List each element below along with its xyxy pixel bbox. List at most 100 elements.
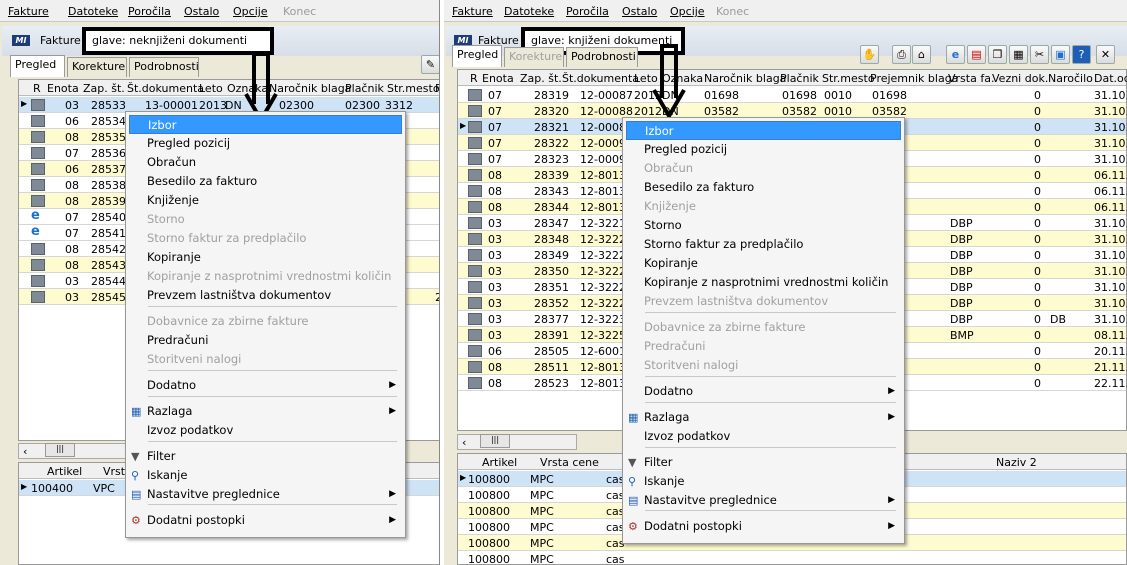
cell-dok: 12-3222: [580, 265, 626, 278]
help-icon[interactable]: ?: [1072, 45, 1091, 64]
col-naziv2[interactable]: Naziv 2: [996, 456, 1037, 469]
document-icon[interactable]: ▤: [967, 45, 986, 64]
edit-icon[interactable]: ✎: [421, 55, 439, 74]
cell-f: 2: [435, 291, 439, 304]
menu-item-besedilo[interactable]: Besedilo za fakturo: [129, 172, 402, 191]
menu-item-izbor[interactable]: Izbor: [626, 121, 901, 140]
col-zap[interactable]: Zap. št.: [520, 72, 562, 85]
menu-item-prevzem-lastnistva: Prevzem lastništva dokumentov: [626, 292, 901, 311]
menu-item-obracun[interactable]: Obračun: [129, 153, 402, 172]
col-vrsta-cene[interactable]: Vrsta cene: [540, 456, 599, 469]
menu-item-kopiranje[interactable]: Kopiranje: [129, 248, 402, 267]
browser-icon[interactable]: e: [946, 45, 965, 64]
menu-item-iskanje[interactable]: Iskanje ⚲: [129, 466, 402, 485]
tab-podrobnosti[interactable]: Podrobnosti: [566, 47, 638, 67]
menu-datoteke[interactable]: Datoteke: [68, 5, 118, 18]
tab-pregled[interactable]: Pregled: [10, 55, 65, 77]
menu-ostalo[interactable]: Ostalo: [622, 5, 657, 18]
menu-porocila[interactable]: Poročila: [566, 5, 609, 18]
menu-fakture[interactable]: Fakture: [8, 5, 49, 18]
table-row[interactable]: 07 28319 12-00087 2012 DN 01698 01698 0010 01698…: [458, 87, 1127, 103]
cell-artikel: 100800: [468, 505, 510, 518]
col-strmesto[interactable]: Str.mesto: [387, 82, 439, 95]
tab-korekture[interactable]: Korekture: [67, 57, 127, 77]
col-enota[interactable]: Enota: [482, 72, 514, 85]
col-dok[interactable]: Št.dokumenta: [562, 72, 639, 85]
col-placnik[interactable]: Plačnik: [345, 82, 384, 95]
menu-item-dodatno[interactable]: Dodatno ▶: [129, 376, 402, 395]
menu-item-izbor[interactable]: Izbor: [129, 115, 402, 134]
document-icon: [468, 281, 482, 293]
menu-item-storno[interactable]: Storno: [626, 216, 901, 235]
menu-item-label: Dodatno: [644, 384, 694, 398]
menu-ostalo[interactable]: Ostalo: [184, 5, 219, 18]
menu-item-razlaga[interactable]: Razlaga ▶ ▦: [129, 402, 402, 421]
col-datod[interactable]: Dat.od: [1094, 72, 1127, 85]
menu-item-dodatno[interactable]: Dodatno ▶: [626, 382, 901, 401]
monitor-icon[interactable]: ▣: [1051, 45, 1070, 64]
attach-icon[interactable]: ✂: [1030, 45, 1049, 64]
copy-icon[interactable]: ❐: [988, 45, 1007, 64]
menu-item-knjizenje[interactable]: Knjiženje: [129, 191, 402, 210]
tab-pregled[interactable]: Pregled: [452, 45, 502, 67]
menu-item-kopiranje-nasprotne[interactable]: Kopiranje z nasprotnimi vrednostmi količ…: [626, 273, 901, 292]
menu-fakture[interactable]: Fakture: [452, 5, 493, 18]
menu-item-predracuni[interactable]: Predračuni: [129, 331, 402, 350]
col-narocnik[interactable]: Naročnik blaga: [269, 82, 351, 95]
menu-item-filter[interactable]: Filter ▼: [129, 447, 402, 466]
hand-icon[interactable]: ✋: [860, 45, 879, 64]
menu-datoteke[interactable]: Datoteke: [504, 5, 554, 18]
col-vezni[interactable]: Vezni dok.: [992, 72, 1048, 85]
menu-item-dodatni-postopki[interactable]: Dodatni postopki ▶ ⚙: [626, 517, 901, 536]
close-icon[interactable]: ✕: [1096, 45, 1115, 64]
grid-icon[interactable]: ▦: [1009, 45, 1028, 64]
menu-item-pregled-pozicij[interactable]: Pregled pozicij: [626, 140, 901, 159]
bell-icon[interactable]: ⌂: [912, 45, 931, 64]
menu-item-nastavitve-preglednice[interactable]: Nastavitve preglednice ▶ ▤: [129, 485, 402, 504]
tab-podrobnosti[interactable]: Podrobnosti: [129, 57, 199, 77]
menu-item-prevzem-lastnistva[interactable]: Prevzem lastništva dokumentov: [129, 286, 402, 305]
col-dok[interactable]: Št.dokumenta: [127, 82, 204, 95]
app-logo-icon: MI: [12, 35, 30, 46]
col-enota[interactable]: Enota: [47, 82, 79, 95]
cell-artikel: 100800: [468, 473, 510, 486]
print-icon[interactable]: ⎙: [892, 45, 911, 64]
menu-item-storno-predplacilo[interactable]: Storno faktur za predplačilo: [626, 235, 901, 254]
menu-item-kopiranje[interactable]: Kopiranje: [626, 254, 901, 273]
menu-item-nastavitve-preglednice[interactable]: Nastavitve preglednice ▶ ▤: [626, 491, 901, 510]
col-prejemnik[interactable]: Prejemnik blaga: [870, 72, 958, 85]
positions-row[interactable]: 100800 MPC cas: [458, 551, 1126, 565]
col-vrsta[interactable]: Vrsta fa.: [948, 72, 994, 85]
cell-dok: 12-8013: [580, 169, 626, 182]
horizontal-scrollbar[interactable]: ‹ |||: [457, 434, 577, 450]
menu-opcije[interactable]: Opcije: [233, 5, 268, 18]
col-narocnik[interactable]: Naročnik blaga: [704, 72, 786, 85]
col-zap[interactable]: Zap. št.: [83, 82, 125, 95]
col-placnik[interactable]: Plačnik: [780, 72, 819, 85]
col-r[interactable]: R: [470, 72, 478, 85]
col-leto[interactable]: Leto: [199, 82, 223, 95]
col-artikel[interactable]: Artikel: [482, 456, 517, 469]
col-r[interactable]: R: [33, 82, 41, 95]
menu-item-iskanje[interactable]: Iskanje ⚲: [626, 472, 901, 491]
menu-item-izvoz[interactable]: Izvoz podatkov: [626, 427, 901, 446]
col-f[interactable]: F: [435, 82, 439, 95]
menu-porocila[interactable]: Poročila: [128, 5, 171, 18]
col-narocilo[interactable]: Naročilo: [1048, 72, 1093, 85]
menu-separator: [645, 376, 896, 377]
menu-item-razlaga[interactable]: Razlaga ▶ ▦: [626, 408, 901, 427]
menu-item-besedilo[interactable]: Besedilo za fakturo: [626, 178, 901, 197]
col-leto[interactable]: Leto: [634, 72, 658, 85]
cell-datod: 21.11.2: [1094, 361, 1127, 374]
menu-item-izvoz[interactable]: Izvoz podatkov: [129, 421, 402, 440]
menu-item-pregled-pozicij[interactable]: Pregled pozicij: [129, 134, 402, 153]
horizontal-scrollbar[interactable]: ‹ |||: [18, 443, 138, 459]
col-artikel[interactable]: Artikel: [47, 465, 82, 478]
menu-opcije[interactable]: Opcije: [670, 5, 705, 18]
cell-dok: 12-0009: [580, 153, 626, 166]
menu-item-filter[interactable]: Filter ▼: [626, 453, 901, 472]
cell-vezni: 0: [1034, 185, 1041, 198]
col-strmesto[interactable]: Str.mesto: [822, 72, 875, 85]
menu-item-label: Storitveni nalogi: [147, 352, 242, 366]
menu-item-dodatni-postopki[interactable]: Dodatni postopki ▶ ⚙: [129, 511, 402, 530]
